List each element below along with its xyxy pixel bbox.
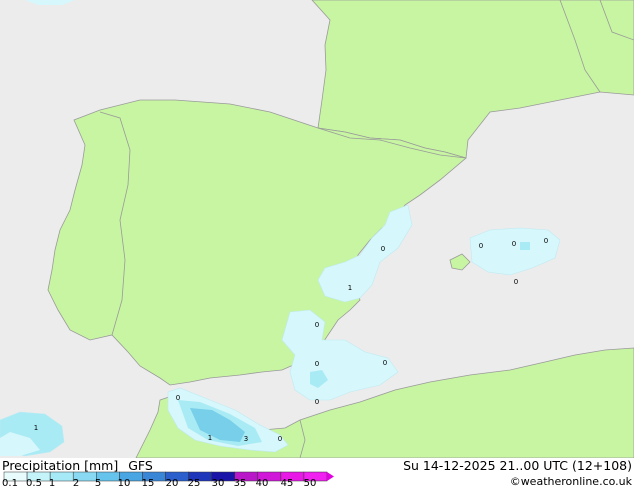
map-value-label: 0 [176, 394, 180, 402]
legend-tick-label: 1 [48, 478, 56, 489]
legend-tick-label: 20 [165, 478, 179, 489]
legend-tick-label: 10 [117, 478, 131, 489]
legend-arrow [327, 472, 334, 481]
map-value-label: 0 [315, 398, 319, 406]
precip-balearics-mid [520, 242, 530, 250]
valid-time: Su 14-12-2025 21..00 UTC (12+108) [403, 458, 632, 473]
legend-tick-label: 40 [255, 478, 269, 489]
legend-tick-label: 45 [280, 478, 294, 489]
map-value-label: 0 [315, 321, 319, 329]
legend-tick-label: 25 [187, 478, 201, 489]
map-value-label: 0 [315, 360, 319, 368]
map-value-label: 1 [208, 434, 212, 442]
map-canvas: 0 1 0 0 0 0 0 0 0 0 0 0 1 1 3 0 [0, 0, 634, 459]
legend-tick-label: 35 [233, 478, 247, 489]
weather-map: 0 1 0 0 0 0 0 0 0 0 0 0 1 1 3 0 [0, 0, 634, 459]
map-value-label: 1 [34, 424, 38, 432]
map-value-label: 0 [514, 278, 518, 286]
map-value-label: 0 [383, 359, 387, 367]
legend-tick-label: 2 [72, 478, 80, 489]
map-value-label: 0 [544, 237, 548, 245]
map-footer: Precipitation [mm] GFS Su 14-12-2025 21.… [0, 458, 634, 490]
map-value-label: 1 [348, 284, 352, 292]
map-value-label: 3 [244, 435, 248, 443]
map-value-label: 0 [278, 435, 282, 443]
legend-tick-label: 0.1 [2, 478, 18, 489]
legend-tick-label: 50 [303, 478, 317, 489]
legend-tick-label: 30 [211, 478, 225, 489]
legend-tick-label: 15 [141, 478, 155, 489]
map-value-label: 0 [381, 245, 385, 253]
map-value-label: 0 [479, 242, 483, 250]
credit-text: ©weatheronline.co.uk [509, 475, 632, 488]
map-value-label: 0 [512, 240, 516, 248]
legend-tick-label: 5 [94, 478, 102, 489]
